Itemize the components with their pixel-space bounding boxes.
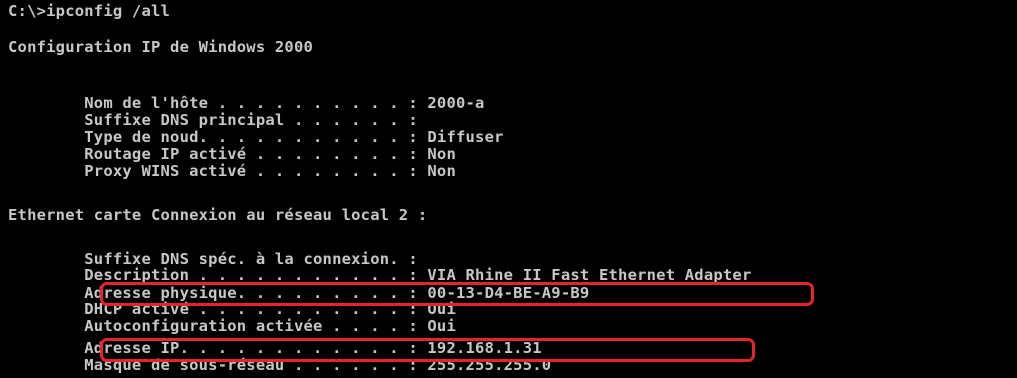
host-line: Suffixe DNS principal . . . . . . :: [8, 111, 418, 129]
adapter-heading: Ethernet carte Connexion au réseau local…: [8, 206, 428, 224]
host-line: Routage IP activé . . . . . . . . : Non: [8, 145, 456, 163]
output-heading: Configuration IP de Windows 2000: [8, 38, 314, 56]
adapter-line: Autoconfiguration activée . . . . : Oui: [8, 317, 456, 335]
ip-address-highlight: [100, 338, 755, 362]
command-prompt-window: C:\>ipconfig /all Configuration IP de Wi…: [0, 0, 1017, 378]
physical-address-highlight: [100, 282, 814, 306]
command-line: C:\>ipconfig /all: [8, 2, 171, 20]
host-line: Proxy WINS activé . . . . . . . . : Non: [8, 162, 456, 180]
host-line: Nom de l'hôte . . . . . . . . . . : 2000…: [8, 94, 485, 112]
host-line: Type de noud. . . . . . . . . . . : Diff…: [8, 128, 504, 146]
